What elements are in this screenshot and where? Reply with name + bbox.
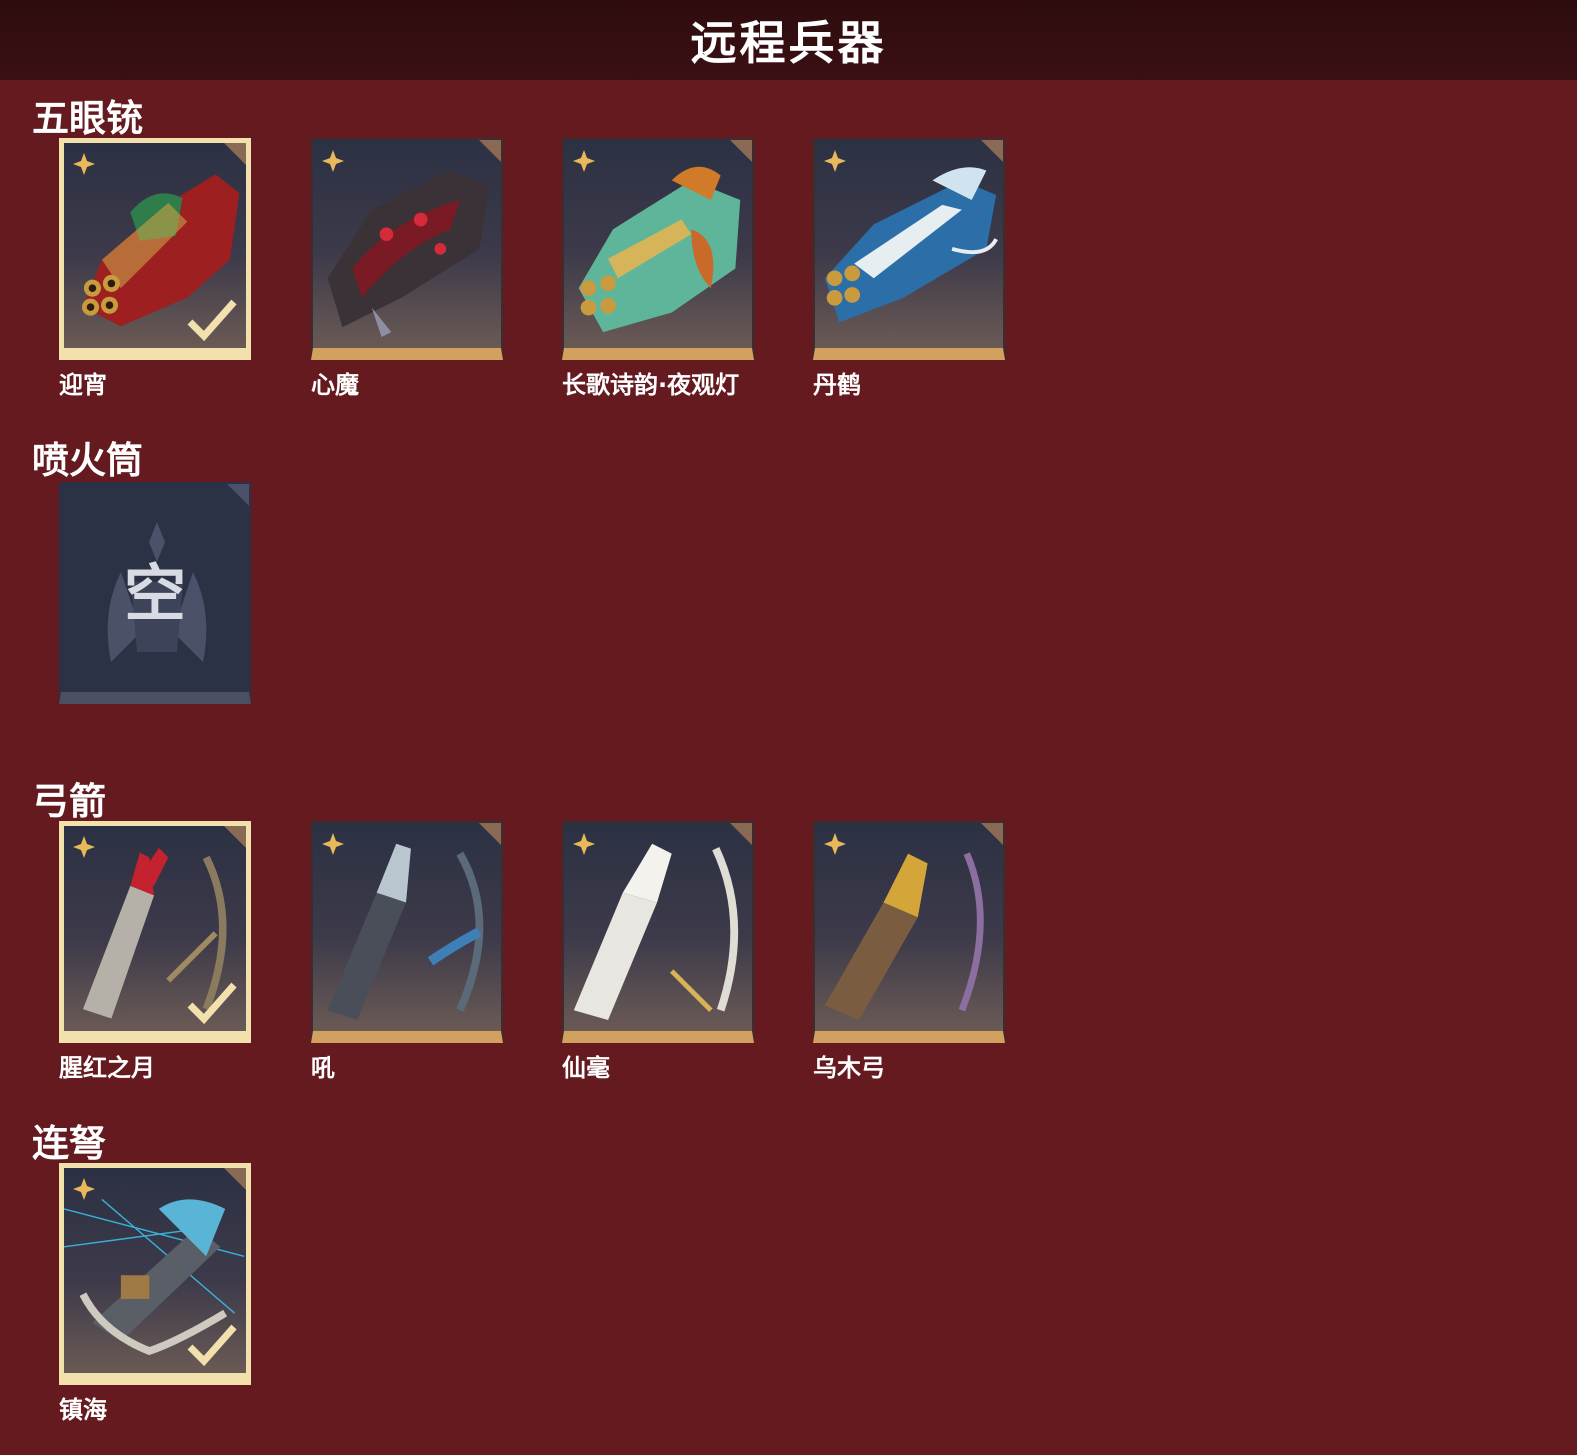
four-petal-star-icon	[322, 833, 344, 855]
weapon-item-danhe[interactable]: 丹鹤	[813, 138, 1005, 400]
weapon-name: 丹鹤	[813, 371, 861, 399]
empty-label: 空	[123, 557, 186, 630]
weapon-card[interactable]	[311, 138, 503, 360]
four-petal-star-icon	[73, 153, 95, 175]
corner-ribbon-icon	[981, 823, 1003, 845]
four-petal-star-icon	[824, 150, 846, 172]
four-petal-star-icon	[73, 836, 95, 858]
weapon-name: 心魔	[311, 371, 359, 399]
corner-ribbon-icon	[730, 140, 752, 162]
weapon-name: 迎宵	[59, 371, 107, 399]
section-title: 弓箭	[32, 780, 106, 823]
empty-slot-card[interactable]: 空	[59, 482, 251, 704]
weapon-item-xianhao[interactable]: 仙毫	[562, 821, 754, 1083]
four-petal-star-icon	[573, 833, 595, 855]
weapon-item-empty[interactable]: 空	[59, 482, 251, 704]
weapon-card[interactable]	[59, 138, 251, 360]
four-petal-star-icon	[824, 833, 846, 855]
checkmark-icon	[187, 982, 237, 1025]
header-bar: 远程兵器	[0, 0, 1577, 80]
weapon-name: 仙毫	[562, 1054, 610, 1082]
weapon-item-zhenhai[interactable]: 镇海	[59, 1163, 251, 1425]
corner-ribbon-icon	[479, 823, 501, 845]
weapon-item-wumu[interactable]: 乌木弓	[813, 821, 1005, 1083]
weapon-name: 吼	[311, 1054, 335, 1082]
corner-ribbon-icon	[981, 140, 1003, 162]
weapon-card[interactable]	[311, 821, 503, 1043]
weapon-card[interactable]	[813, 821, 1005, 1043]
corner-ribbon-icon	[479, 140, 501, 162]
checkmark-icon	[187, 1324, 237, 1367]
four-petal-star-icon	[573, 150, 595, 172]
weapon-item-yingxiao[interactable]: 迎宵	[59, 138, 251, 400]
four-petal-star-icon	[322, 150, 344, 172]
weapon-item-xinmo[interactable]: 心魔	[311, 138, 503, 400]
weapon-card[interactable]	[59, 821, 251, 1043]
corner-ribbon-icon	[224, 1168, 246, 1190]
weapon-name: 腥红之月	[59, 1054, 155, 1082]
checkmark-icon	[187, 299, 237, 342]
section-title: 连弩	[32, 1122, 106, 1165]
weapon-card[interactable]	[813, 138, 1005, 360]
section-title: 五眼铳	[32, 97, 143, 140]
weapon-item-changge[interactable]: 长歌诗韵·夜观灯	[562, 138, 754, 400]
weapon-item-xinghong[interactable]: 腥红之月	[59, 821, 251, 1083]
weapon-item-hou[interactable]: 吼	[311, 821, 503, 1083]
section-title: 喷火筒	[32, 439, 143, 482]
weapon-name: 乌木弓	[813, 1054, 885, 1082]
corner-ribbon-icon	[730, 823, 752, 845]
corner-ribbon-icon	[227, 484, 249, 506]
corner-ribbon-icon	[224, 826, 246, 848]
weapon-card[interactable]	[59, 1163, 251, 1385]
corner-ribbon-icon	[224, 143, 246, 165]
weapon-name: 长歌诗韵·夜观灯	[562, 371, 740, 399]
weapon-card[interactable]	[562, 821, 754, 1043]
weapon-name: 镇海	[59, 1396, 107, 1424]
weapon-card[interactable]	[562, 138, 754, 360]
four-petal-star-icon	[73, 1178, 95, 1200]
page-title: 远程兵器	[690, 16, 887, 70]
